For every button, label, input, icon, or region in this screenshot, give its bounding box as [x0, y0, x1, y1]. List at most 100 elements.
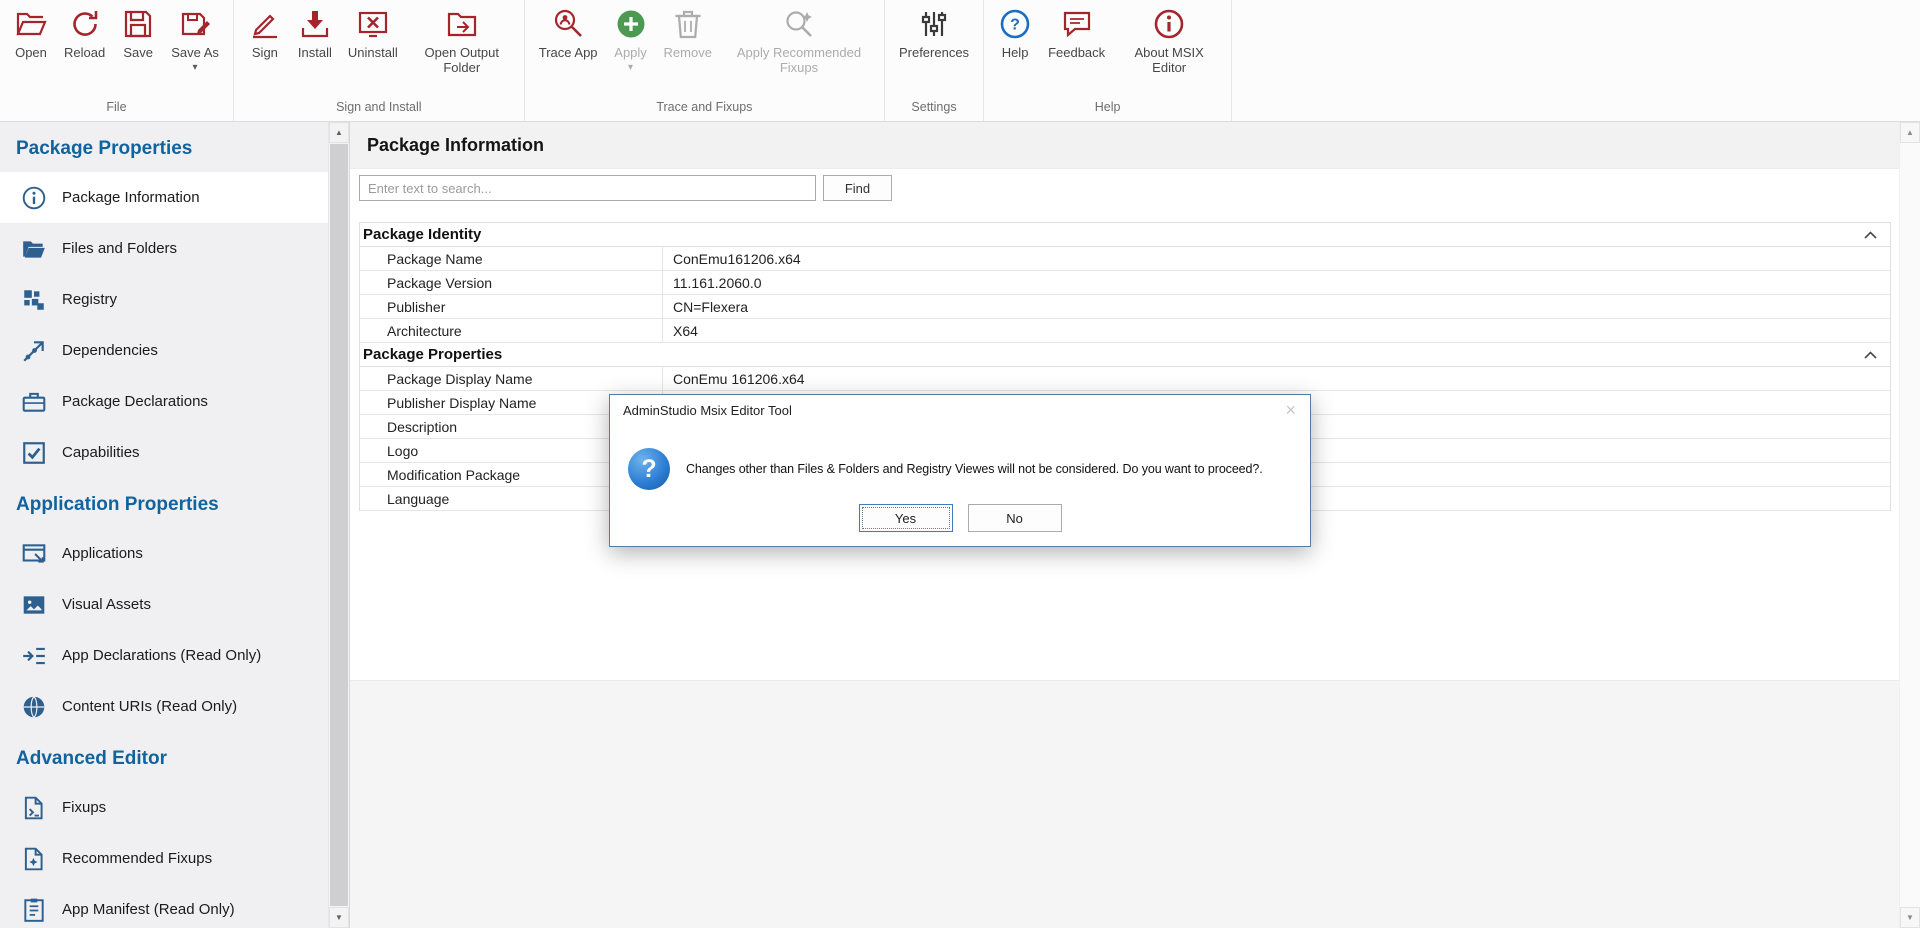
property-value[interactable]: ConEmu161206.x64	[663, 247, 1890, 270]
scroll-down-icon[interactable]: ▼	[1900, 907, 1920, 928]
section-header-package-properties[interactable]: Package Properties	[360, 343, 1890, 367]
preferences-button[interactable]: Preferences	[891, 7, 977, 61]
yes-button[interactable]: Yes	[859, 504, 953, 532]
sidebar-item-package-information[interactable]: Package Information	[0, 172, 328, 223]
reload-button[interactable]: Reload	[56, 7, 113, 61]
sidebar-item-visual-assets[interactable]: Visual Assets	[0, 579, 328, 630]
sidebar-item-label: Content URIs (Read Only)	[62, 698, 237, 715]
sidebar-scrollbar[interactable]: ▲ ▼	[328, 122, 349, 928]
install-arrow-icon	[298, 7, 332, 41]
button-label: Help	[1002, 46, 1029, 61]
open-output-folder-button[interactable]: Open Output Folder	[406, 7, 518, 76]
property-value[interactable]: CN=Flexera	[663, 295, 1890, 318]
sidebar-item-files-and-folders[interactable]: Files and Folders	[0, 223, 328, 274]
close-icon[interactable]: ×	[1281, 401, 1300, 419]
msix-editor-window: Open Reload Save	[0, 0, 1920, 928]
table-row: Package Version 11.161.2060.0	[360, 271, 1890, 295]
question-mark-icon: ?	[628, 448, 670, 490]
output-folder-icon	[445, 7, 479, 41]
scroll-up-icon[interactable]: ▲	[1900, 122, 1920, 143]
sidebar-item-label: App Manifest (Read Only)	[62, 901, 235, 918]
property-value[interactable]: X64	[663, 319, 1890, 342]
reload-icon	[68, 7, 102, 41]
button-label: Reload	[64, 46, 105, 61]
table-row: Architecture X64	[360, 319, 1890, 343]
dialog-title: AdminStudio Msix Editor Tool	[623, 403, 792, 418]
search-input[interactable]	[359, 175, 816, 201]
sidebar-item-package-declarations[interactable]: Package Declarations	[0, 376, 328, 427]
declarations-icon	[21, 643, 47, 669]
checkbox-icon	[21, 440, 47, 466]
feedback-button[interactable]: Feedback	[1040, 7, 1113, 61]
property-name: Package Version	[360, 271, 663, 294]
sidebar-item-recommended-fixups[interactable]: Recommended Fixups	[0, 833, 328, 884]
scrollbar-thumb[interactable]	[330, 144, 348, 906]
fixup-doc-icon	[21, 795, 47, 821]
sidebar-item-label: Capabilities	[62, 444, 140, 461]
scroll-down-icon[interactable]: ▼	[329, 907, 349, 928]
button-label: Apply Recommended Fixups	[728, 46, 870, 76]
uninstall-button[interactable]: Uninstall	[340, 7, 406, 61]
save-button[interactable]: Save	[113, 7, 163, 61]
property-name: Package Display Name	[360, 367, 663, 390]
section-header-package-identity[interactable]: Package Identity	[360, 223, 1890, 247]
save-as-button[interactable]: Save As ▾	[163, 7, 227, 73]
apply-recommended-fixups-button: Apply Recommended Fixups	[720, 7, 878, 76]
property-name: Package Name	[360, 247, 663, 270]
property-value[interactable]: 11.161.2060.0	[663, 271, 1890, 294]
open-folder-icon	[14, 7, 48, 41]
chevron-up-icon[interactable]	[1864, 231, 1877, 239]
find-button[interactable]: Find	[823, 175, 892, 201]
help-button[interactable]: ? Help	[990, 7, 1040, 61]
button-label: Uninstall	[348, 46, 398, 61]
confirmation-dialog: AdminStudio Msix Editor Tool × ? Changes…	[609, 394, 1311, 547]
save-as-icon	[178, 7, 212, 41]
no-button[interactable]: No	[968, 504, 1062, 532]
registry-icon	[21, 287, 47, 313]
button-label: Open Output Folder	[414, 46, 510, 76]
sidebar-item-app-declarations[interactable]: App Declarations (Read Only)	[0, 630, 328, 681]
sidebar-item-label: Files and Folders	[62, 240, 177, 257]
scroll-up-icon[interactable]: ▲	[329, 122, 349, 143]
sidebar-item-registry[interactable]: Registry	[0, 274, 328, 325]
sidebar-item-applications[interactable]: Applications	[0, 528, 328, 579]
sidebar-item-label: Registry	[62, 291, 117, 308]
feedback-bubble-icon	[1060, 7, 1094, 41]
install-button[interactable]: Install	[290, 7, 340, 61]
image-icon	[21, 592, 47, 618]
sidebar-item-capabilities[interactable]: Capabilities	[0, 427, 328, 478]
button-label: Trace App	[539, 46, 598, 61]
trace-app-icon	[551, 7, 585, 41]
sidebar-item-label: Fixups	[62, 799, 106, 816]
ribbon-group-sign-install: Sign Install Uninstall	[234, 0, 525, 121]
open-button[interactable]: Open	[6, 7, 56, 61]
apply-button: Apply ▾	[606, 7, 656, 73]
sidebar-section-title-application-properties: Application Properties	[0, 478, 328, 528]
chevron-down-icon[interactable]: ▾	[193, 63, 198, 73]
dialog-message: Changes other than Files & Folders and R…	[686, 462, 1263, 476]
sidebar-item-dependencies[interactable]: Dependencies	[0, 325, 328, 376]
about-msix-editor-button[interactable]: About MSIX Editor	[1113, 7, 1225, 76]
sidebar-item-fixups[interactable]: Fixups	[0, 782, 328, 833]
sidebar-item-label: App Declarations (Read Only)	[62, 647, 261, 664]
button-label: Sign	[252, 46, 278, 61]
sidebar-item-content-uris[interactable]: Content URIs (Read Only)	[0, 681, 328, 732]
button-label: About MSIX Editor	[1121, 46, 1217, 76]
sign-button[interactable]: Sign	[240, 7, 290, 61]
sidebar-item-label: Applications	[62, 545, 143, 562]
sidebar-item-app-manifest[interactable]: App Manifest (Read Only)	[0, 884, 328, 928]
button-label: Apply	[614, 46, 647, 61]
chevron-down-icon: ▾	[628, 63, 633, 73]
briefcase-icon	[21, 389, 47, 415]
table-row: Package Name ConEmu161206.x64	[360, 247, 1890, 271]
main-scrollbar[interactable]: ▲ ▼	[1899, 122, 1920, 928]
sign-pencil-icon	[248, 7, 282, 41]
dialog-titlebar: AdminStudio Msix Editor Tool ×	[610, 395, 1310, 425]
property-value[interactable]: ConEmu 161206.x64	[663, 367, 1890, 390]
chevron-up-icon[interactable]	[1864, 351, 1877, 359]
sidebar-item-label: Recommended Fixups	[62, 850, 212, 867]
magic-fixups-icon	[782, 7, 816, 41]
group-label-trace-fixups: Trace and Fixups	[525, 98, 884, 121]
recommended-fixups-icon	[21, 846, 47, 872]
trace-app-button[interactable]: Trace App	[531, 7, 606, 61]
